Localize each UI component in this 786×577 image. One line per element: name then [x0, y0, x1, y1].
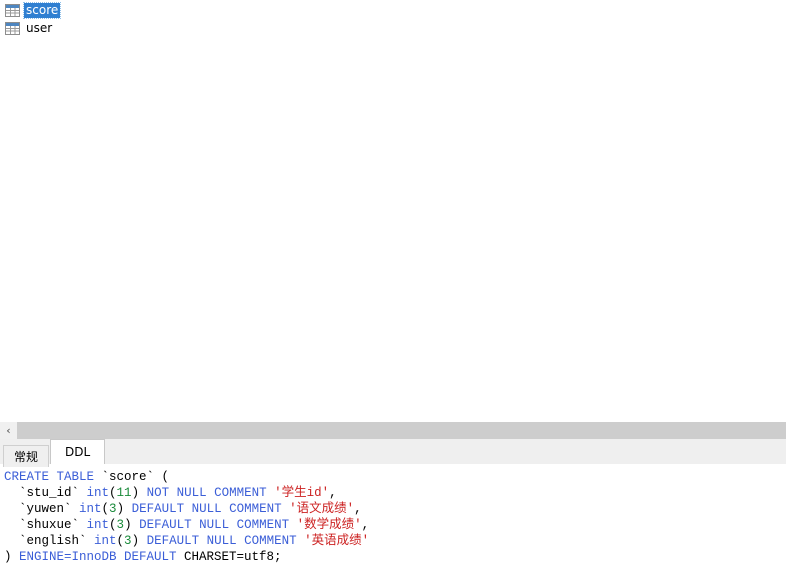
tree-item-user[interactable]: user [0, 20, 786, 37]
code-token: ) [124, 518, 140, 532]
code-token: NOT NULL COMMENT [146, 486, 275, 500]
code-line: `stu_id` int(11) NOT NULL COMMENT '学生id'… [4, 485, 786, 501]
code-token: , [329, 486, 337, 500]
tree-item-label: score [22, 2, 62, 19]
code-line: `yuwen` int(3) DEFAULT NULL COMMENT '语文成… [4, 501, 786, 517]
code-line: `english` int(3) DEFAULT NULL COMMENT '英… [4, 533, 786, 549]
code-token: '学生id' [274, 486, 330, 500]
table-icon [5, 4, 21, 18]
code-token: ( [109, 518, 117, 532]
code-token: ( [101, 502, 110, 516]
code-token: ) [4, 550, 20, 564]
scroll-left-arrow-icon[interactable]: ‹ [0, 422, 17, 439]
code-token: '语文成绩' [289, 502, 355, 516]
horizontal-scrollbar[interactable]: ‹ [0, 421, 786, 439]
code-token: ( [109, 486, 117, 500]
table-list: score user [0, 2, 786, 37]
code-token: ) [131, 486, 147, 500]
table-icon [5, 22, 21, 36]
code-token: , [354, 502, 362, 516]
code-token: int [86, 518, 110, 532]
code-token: `shuxue` [4, 518, 87, 532]
tab-label: 常规 [14, 450, 39, 464]
code-token: `score` ( [101, 470, 170, 484]
code-token: `yuwen` [4, 502, 80, 516]
code-token: `stu_id` [4, 486, 87, 500]
tab-general[interactable]: 常规 [3, 445, 50, 467]
code-token: , [361, 518, 370, 532]
code-token: '英语成绩' [304, 534, 370, 548]
object-tree-panel: score user [0, 0, 786, 421]
code-token: CREATE TABLE [4, 470, 102, 484]
detail-tab-strip: 常规 DDL [0, 439, 786, 467]
code-token: CHARSET=utf8; [184, 550, 282, 564]
tree-item-label: user [26, 21, 53, 35]
code-line: `shuxue` int(3) DEFAULT NULL COMMENT '数学… [4, 517, 786, 533]
code-line: ) ENGINE=InnoDB DEFAULT CHARSET=utf8; [4, 549, 786, 565]
code-token: ( [116, 534, 125, 548]
code-token: `english` [4, 534, 95, 548]
ddl-code-view[interactable]: CREATE TABLE `score` ( `stu_id` int(11) … [0, 463, 786, 577]
tab-label: DDL [65, 445, 91, 459]
tab-ddl[interactable]: DDL [50, 439, 106, 464]
code-token: 11 [116, 486, 132, 500]
scrollbar-track[interactable] [17, 422, 786, 439]
tree-item-score[interactable]: score [0, 2, 786, 19]
code-token: 3 [116, 518, 125, 532]
code-token: ) [131, 534, 147, 548]
ddl-viewer-window: score user ‹ 常规 DDL CREATE TABLE `score` (… [0, 0, 786, 577]
code-token: int [79, 502, 102, 516]
code-token: ENGINE=InnoDB DEFAULT [19, 550, 185, 564]
code-token: int [94, 534, 117, 548]
code-token: DEFAULT NULL COMMENT [139, 518, 297, 532]
code-token: DEFAULT NULL COMMENT [131, 502, 290, 516]
code-line: CREATE TABLE `score` ( [4, 469, 786, 485]
code-token: '数学成绩' [296, 518, 362, 532]
code-token: int [86, 486, 110, 500]
code-token: 3 [109, 502, 117, 516]
ddl-code-lines: CREATE TABLE `score` ( `stu_id` int(11) … [4, 469, 786, 565]
code-token: ) [116, 502, 132, 516]
code-token: DEFAULT NULL COMMENT [146, 534, 305, 548]
code-token: 3 [124, 534, 132, 548]
